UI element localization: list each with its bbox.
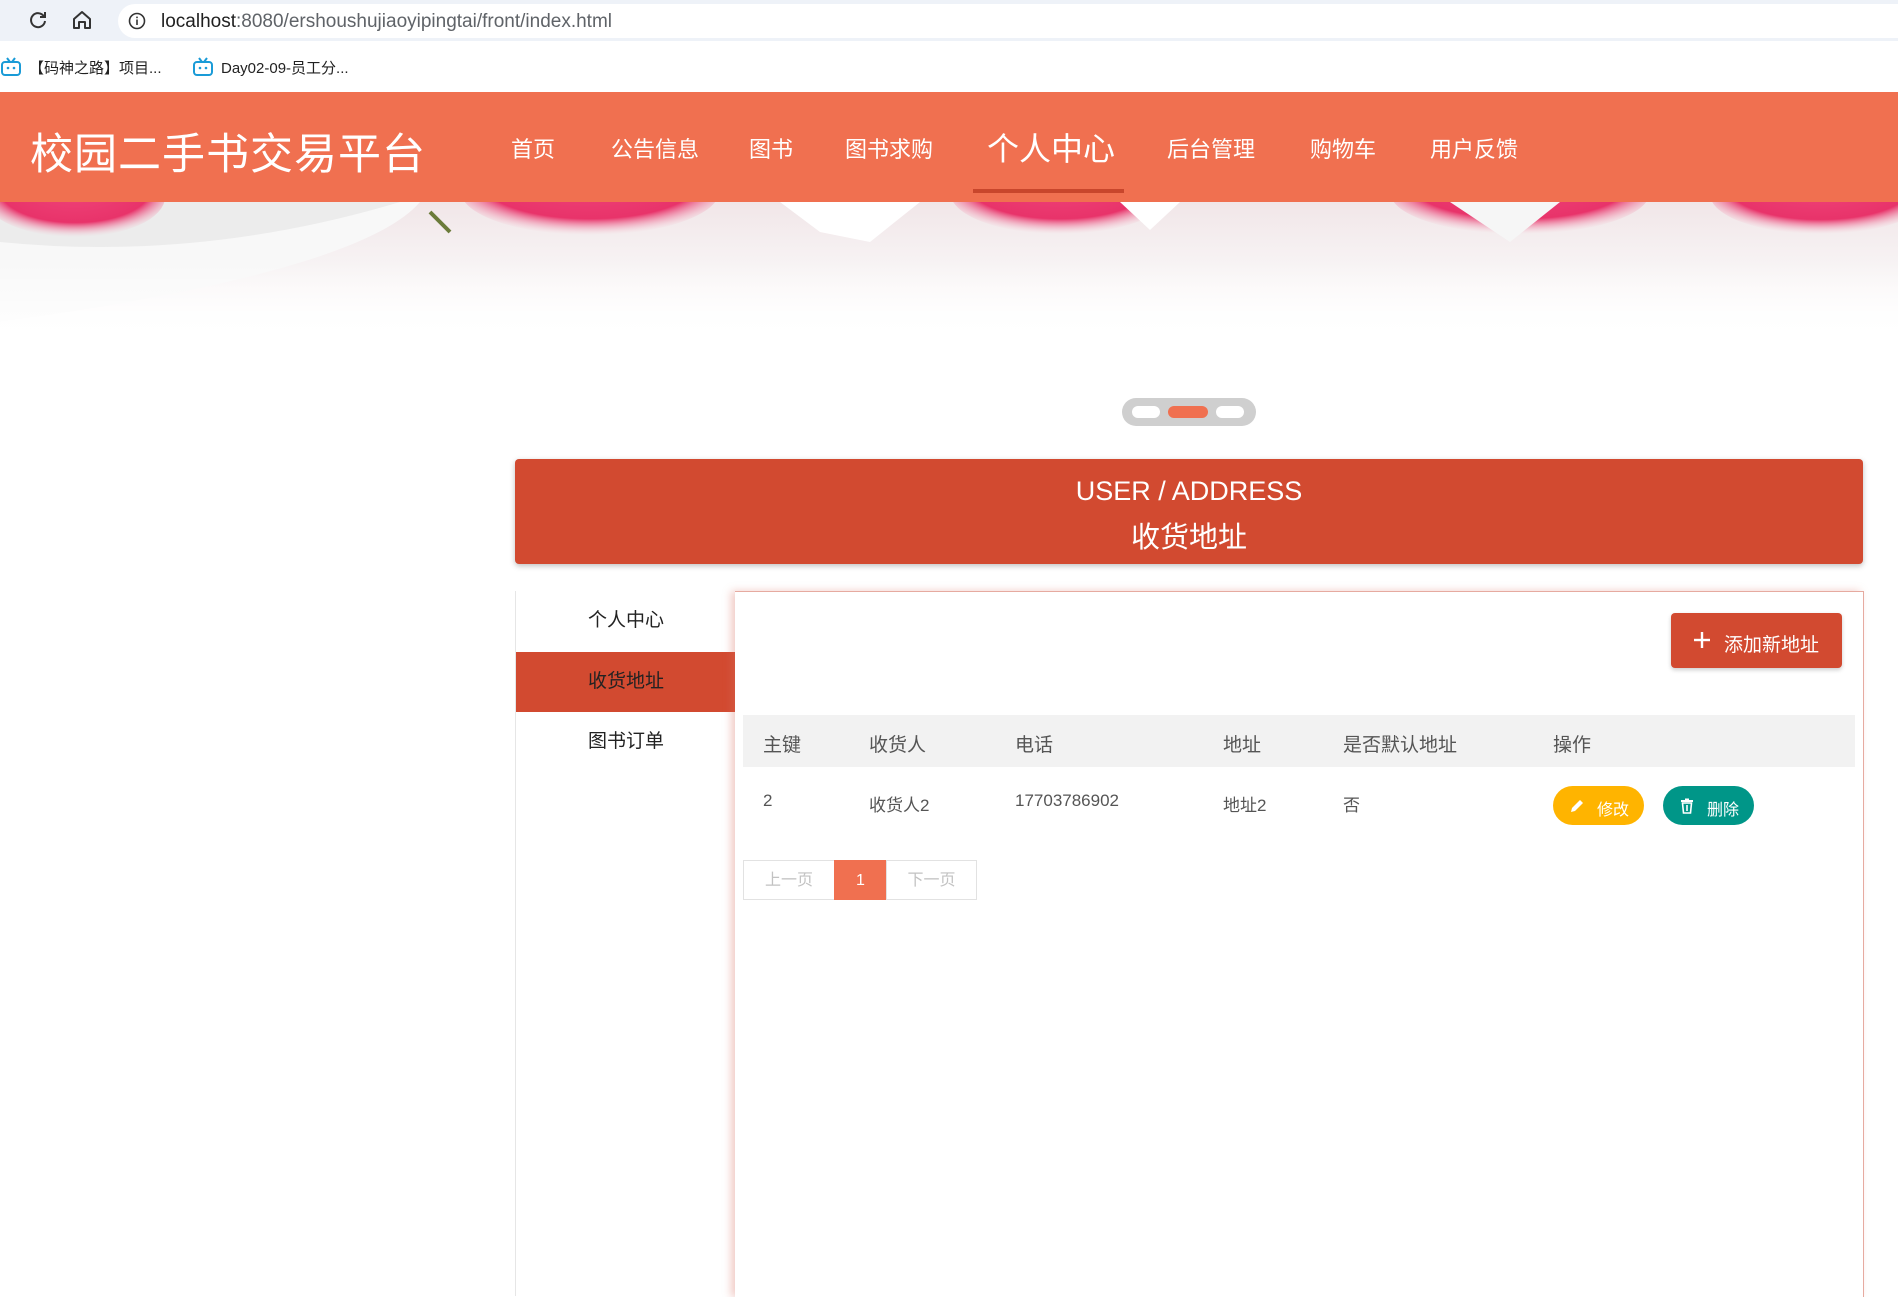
cell-id: 2: [763, 791, 773, 810]
cell-phone: 17703786902: [1015, 791, 1120, 810]
sidebar-item-address[interactable]: 收货地址: [516, 652, 736, 712]
cell-default: 否: [1343, 796, 1360, 815]
pencil-icon: [1571, 800, 1583, 812]
nav-books[interactable]: 图书: [749, 132, 793, 164]
sidebar-item-label: 收货地址: [588, 671, 665, 692]
nav-active-indicator: [973, 189, 1124, 193]
address-content: 添加新地址 主键 收货人 电话 地址 是否默认地址 操作 2 收货人2 1770…: [735, 591, 1864, 1297]
bookmark-label: Day02-09-员工分...: [221, 59, 349, 77]
carousel-indicator: [1122, 398, 1256, 426]
add-address-button[interactable]: 添加新地址: [1671, 613, 1842, 668]
edit-button[interactable]: 修改: [1553, 786, 1644, 825]
url-text[interactable]: localhost:8080/ershoushujiaoyipingtai/fr…: [161, 11, 612, 33]
nav-cart[interactable]: 购物车: [1310, 132, 1376, 164]
home-icon[interactable]: [70, 8, 94, 32]
carousel-dot[interactable]: [1216, 406, 1244, 418]
column-header-default: 是否默认地址: [1343, 735, 1458, 756]
carousel-dot[interactable]: [1132, 406, 1160, 418]
bookmark-label: 【码神之路】项目...: [29, 59, 162, 77]
nav-notices[interactable]: 公告信息: [611, 132, 699, 164]
column-header-phone: 电话: [1015, 735, 1054, 756]
site-header: 校园二手书交易平台 首页 公告信息 图书 图书求购 个人中心 后台管理 购物车 …: [0, 92, 1898, 202]
bilibili-icon: [1, 57, 21, 76]
cell-consignee: 收货人2: [869, 796, 930, 815]
section-title-en: USER / ADDRESS: [1075, 476, 1303, 506]
site-info-icon[interactable]: [128, 12, 146, 30]
nav-admin[interactable]: 后台管理: [1167, 132, 1255, 164]
reload-icon[interactable]: [26, 8, 50, 32]
sidebar-item-label: 图书订单: [588, 731, 665, 752]
nav-home[interactable]: 首页: [511, 132, 555, 164]
section-title-panel: USER / ADDRESS 收货地址: [515, 459, 1863, 564]
column-header-id: 主键: [763, 735, 802, 756]
column-header-consignee: 收货人: [869, 735, 927, 756]
edit-label: 修改: [1597, 802, 1630, 819]
add-address-label: 添加新地址: [1724, 635, 1820, 656]
current-page[interactable]: 1: [834, 860, 887, 900]
nav-feedback[interactable]: 用户反馈: [1430, 132, 1518, 164]
carousel-dot-active[interactable]: [1168, 406, 1208, 418]
url-host: localhost: [161, 11, 236, 32]
sidebar-item-personal-center[interactable]: 个人中心: [516, 591, 736, 651]
bookmark-item[interactable]: 【码神之路】项目...: [0, 56, 162, 78]
sidebar-item-book-orders[interactable]: 图书订单: [516, 712, 736, 772]
table-row: 2 收货人2 17703786902 地址2 否 修改 删除: [743, 767, 1855, 837]
bilibili-icon: [193, 57, 213, 76]
trash-icon: [1681, 798, 1693, 814]
nav-book-requests[interactable]: 图书求购: [845, 132, 933, 164]
sidebar-item-label: 个人中心: [588, 610, 665, 631]
browser-toolbar: localhost:8080/ershoushujiaoyipingtai/fr…: [0, 0, 1898, 41]
address-bar[interactable]: localhost:8080/ershoushujiaoyipingtai/fr…: [118, 4, 1898, 38]
delete-button[interactable]: 删除: [1663, 786, 1754, 825]
column-header-address: 地址: [1223, 735, 1262, 756]
user-sidebar: 个人中心 收货地址 图书订单: [515, 591, 736, 1296]
table-header: 主键 收货人 电话 地址 是否默认地址 操作: [743, 715, 1855, 767]
prev-page-button[interactable]: 上一页: [743, 860, 835, 900]
section-title-cn: 收货地址: [1130, 522, 1247, 554]
delete-label: 删除: [1707, 802, 1740, 819]
banner-roses-image: [0, 202, 1898, 340]
url-path: :8080/ershoushujiaoyipingtai/front/index…: [236, 11, 613, 32]
bookmark-item[interactable]: Day02-09-员工分...: [192, 56, 349, 78]
nav-personal-center[interactable]: 个人中心: [987, 124, 1115, 170]
next-page-button[interactable]: 下一页: [886, 860, 977, 900]
carousel-banner: [0, 202, 1898, 340]
column-header-actions: 操作: [1553, 735, 1592, 756]
cell-address: 地址2: [1223, 796, 1267, 815]
plus-icon: [1694, 632, 1710, 648]
bookmarks-bar: 【码神之路】项目... Day02-09-员工分...: [0, 41, 1898, 92]
site-title: 校园二手书交易平台: [30, 131, 426, 179]
